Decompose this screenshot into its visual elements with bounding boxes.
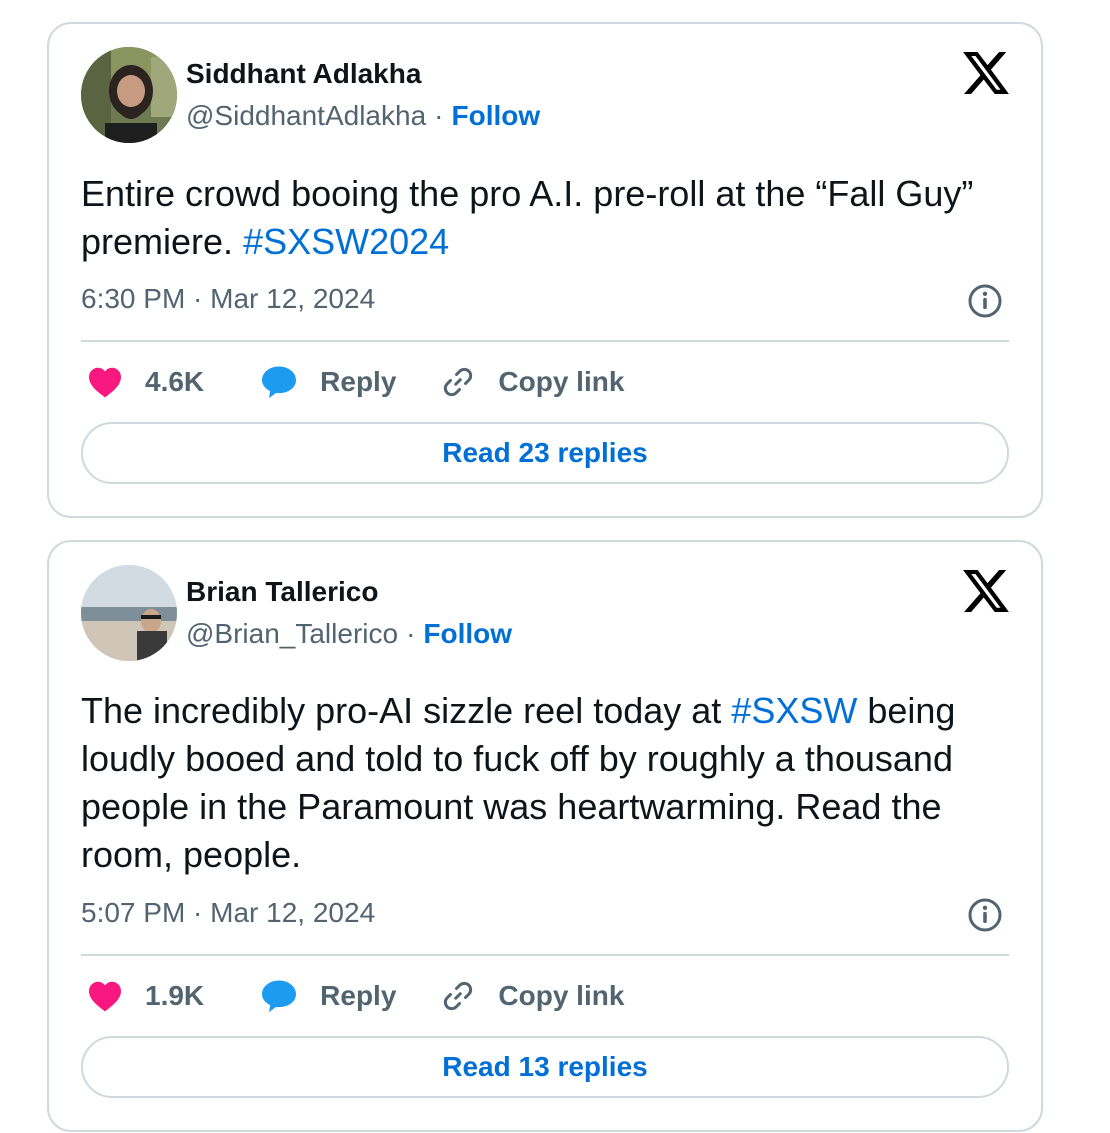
separator-dot: · xyxy=(406,618,416,649)
handle-line: @Brian_Tallerico · Follow xyxy=(186,618,512,650)
action-bar: 4.6K Reply Copy link xyxy=(87,360,624,404)
divider xyxy=(81,954,1009,956)
copy-link-button[interactable]: Copy link xyxy=(440,978,624,1014)
tweet-timestamp[interactable]: 5:07 PM · Mar 12, 2024 xyxy=(81,897,375,929)
author-handle[interactable]: @Brian_Tallerico xyxy=(186,618,398,649)
reply-label: Reply xyxy=(320,366,397,397)
tweet-text: The incredibly pro-AI sizzle reel today … xyxy=(81,687,1001,879)
copy-link-label: Copy link xyxy=(498,980,625,1011)
copy-link-button[interactable]: Copy link xyxy=(440,364,624,400)
copy-link-label: Copy link xyxy=(498,366,625,397)
follow-link[interactable]: Follow xyxy=(451,100,540,131)
follow-link[interactable]: Follow xyxy=(423,618,512,649)
tweet-text: Entire crowd booing the pro A.I. pre-rol… xyxy=(81,170,1001,266)
link-icon xyxy=(444,367,473,397)
author-avatar[interactable] xyxy=(81,47,177,143)
tweet-text-before: The incredibly pro-AI sizzle reel today … xyxy=(81,690,732,731)
read-replies-button[interactable]: Read 23 replies xyxy=(81,422,1009,484)
author-handle[interactable]: @SiddhantAdlakha xyxy=(186,100,426,131)
heart-icon xyxy=(89,367,121,398)
like-button[interactable]: 1.9K xyxy=(87,980,204,1012)
reply-button[interactable]: Reply xyxy=(260,365,396,399)
read-replies-button[interactable]: Read 13 replies xyxy=(81,1036,1009,1098)
reply-button[interactable]: Reply xyxy=(260,979,396,1013)
x-logo-icon[interactable] xyxy=(963,570,1009,612)
handle-line: @SiddhantAdlakha · Follow xyxy=(186,100,540,132)
link-icon xyxy=(444,981,473,1011)
hashtag-link[interactable]: #SXSW2024 xyxy=(243,221,449,262)
tweet-card: Siddhant Adlakha @SiddhantAdlakha · Follow… xyxy=(47,22,1043,518)
author-avatar[interactable] xyxy=(81,565,177,661)
like-count: 1.9K xyxy=(145,980,205,1011)
author-name[interactable]: Brian Tallerico xyxy=(186,576,378,608)
like-count: 4.6K xyxy=(145,366,205,397)
tweet-text-body: Entire crowd booing the pro A.I. pre-rol… xyxy=(81,173,974,262)
avatar-photo-icon xyxy=(81,565,177,661)
hashtag-link[interactable]: #SXSW xyxy=(731,690,857,731)
separator-dot: · xyxy=(434,100,444,131)
like-button[interactable]: 4.6K xyxy=(87,366,204,398)
author-name[interactable]: Siddhant Adlakha xyxy=(186,58,421,90)
reply-bubble-icon xyxy=(262,980,297,1013)
reply-label: Reply xyxy=(320,980,397,1011)
info-icon[interactable] xyxy=(967,283,1003,319)
info-icon[interactable] xyxy=(967,897,1003,933)
divider xyxy=(81,340,1009,342)
tweet-card: Brian Tallerico @Brian_Tallerico · Follow … xyxy=(47,540,1043,1132)
avatar-photo-icon xyxy=(81,47,177,143)
reply-bubble-icon xyxy=(262,366,297,399)
action-bar: 1.9K Reply Copy link xyxy=(87,974,624,1018)
tweet-timestamp[interactable]: 6:30 PM · Mar 12, 2024 xyxy=(81,283,375,315)
heart-icon xyxy=(89,981,121,1012)
x-logo-icon[interactable] xyxy=(963,52,1009,94)
